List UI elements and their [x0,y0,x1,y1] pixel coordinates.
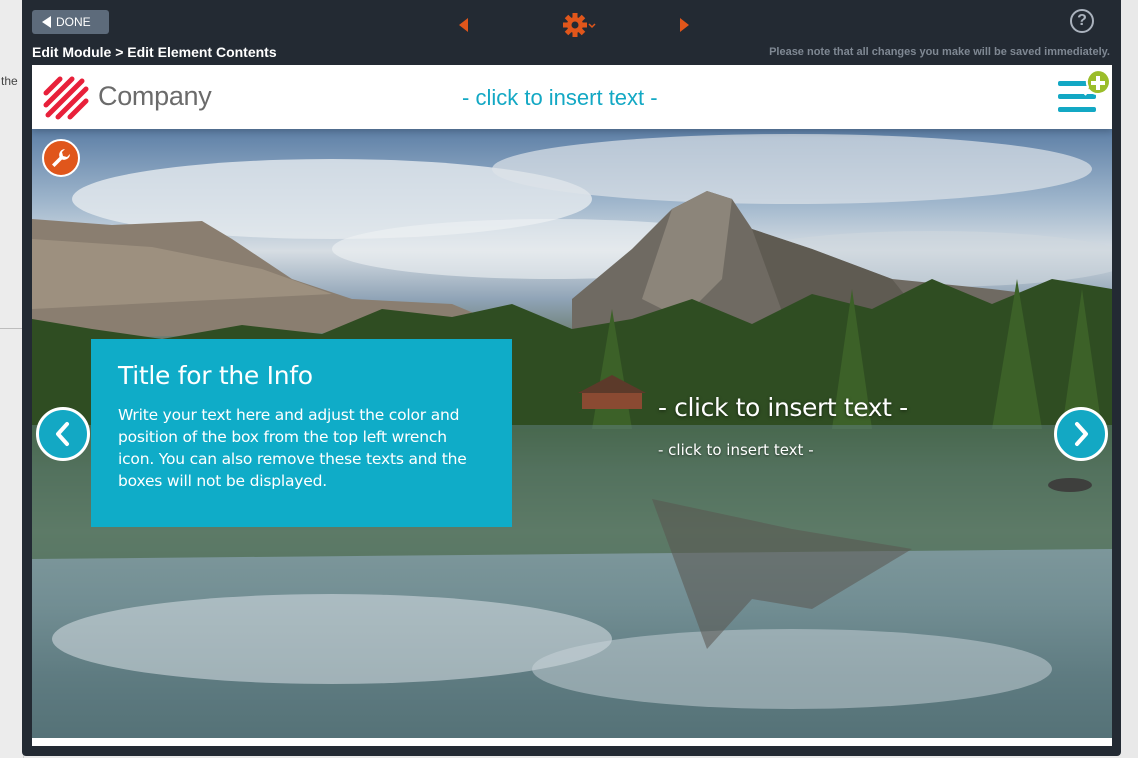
hero-image: Title for the Info Write your text here … [32,129,1112,738]
gear-icon[interactable] [562,12,602,38]
chevron-left-icon [56,422,69,446]
background-page: the [0,0,24,758]
previous-element-icon[interactable] [459,18,468,32]
module-canvas: Company - click to insert text - Title f… [32,65,1112,746]
info-title[interactable]: Title for the Info [118,361,485,390]
module-header: Company - click to insert text - [32,65,1112,129]
background-text: the [1,74,18,88]
hero-insert-subtitle[interactable]: - click to insert text - [658,441,814,459]
slide-prev-button[interactable] [36,407,90,461]
chevron-right-icon [1075,422,1088,446]
back-triangle-icon [42,16,51,28]
hero-insert-title[interactable]: - click to insert text - [658,393,908,422]
next-element-icon[interactable] [680,18,689,32]
help-icon[interactable]: ? [1070,9,1094,33]
autosave-notice: Please note that all changes you make wi… [769,46,1110,58]
breadcrumb: Edit Module > Edit Element Contents [32,44,277,60]
editor-frame: DONE ? Edit Module > Edit Element Conten… [22,0,1121,756]
add-element-icon[interactable] [1082,68,1114,98]
done-label: DONE [56,15,91,29]
info-body[interactable]: Write your text here and adjust the colo… [118,404,485,492]
info-box[interactable]: Title for the Info Write your text here … [91,339,512,527]
slide-next-button[interactable] [1054,407,1108,461]
company-name[interactable]: Company [98,81,212,112]
company-logo-icon[interactable] [42,75,90,121]
done-button[interactable]: DONE [32,10,109,34]
background-divider [0,328,24,329]
header-insert-text[interactable]: - click to insert text - [462,85,658,111]
wrench-icon[interactable] [42,139,80,177]
